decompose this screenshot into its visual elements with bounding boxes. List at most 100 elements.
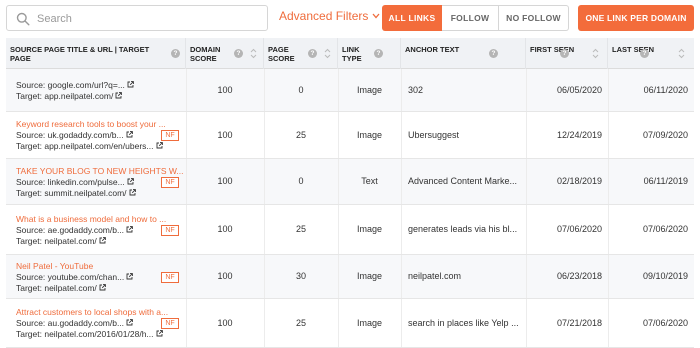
domain-score-cell: 100 (217, 130, 233, 140)
header-anchor-text[interactable]: ANCHOR TEXT ? (401, 38, 526, 69)
source-page-title-link[interactable]: Neil Patel - YouTube (16, 261, 133, 272)
external-link-icon[interactable] (126, 318, 133, 329)
nofollow-badge: NF (161, 177, 179, 188)
domain-score-cell: 100 (217, 224, 233, 234)
external-link-icon[interactable] (126, 272, 134, 283)
external-link-icon[interactable] (127, 177, 134, 188)
external-link-icon[interactable] (156, 329, 163, 340)
target-url-link[interactable]: Target: neilpatel.com/ (16, 236, 97, 247)
nofollow-badge: NF (161, 130, 179, 141)
last-seen-cell: 09/10/2019 (642, 271, 688, 281)
source-url-link[interactable]: Source: uk.godaddy.com/b... (16, 130, 124, 141)
sort-icon[interactable] (592, 48, 599, 59)
table-row[interactable]: Keyword research tools to boost your ...… (6, 112, 694, 159)
all-links-button[interactable]: ALL LINKS (382, 5, 442, 31)
domain-score-cell: 100 (217, 271, 233, 281)
no-follow-button[interactable]: NO FOLLOW (499, 5, 569, 31)
table-row[interactable]: Source: google.com/url?q=... Target: app.… (6, 69, 694, 112)
header-link-type[interactable]: LINK TYPE ? (338, 38, 401, 69)
target-url-link[interactable]: Target: neilpatel.com/2016/01/28/h... (16, 329, 154, 340)
help-icon[interactable]: ? (171, 49, 180, 58)
table-row[interactable]: What is a business model and how to ... S… (6, 205, 694, 255)
help-icon[interactable]: ? (640, 49, 649, 58)
target-url-link[interactable]: Target: neilpatel.com/ (16, 283, 97, 294)
help-icon[interactable]: ? (234, 49, 243, 58)
header-domain-score[interactable]: DOMAIN SCORE ? (186, 38, 264, 69)
page-score-cell: 25 (295, 318, 306, 328)
link-type-cell: Image (356, 130, 382, 140)
header-anchor-text-label: ANCHOR TEXT (405, 45, 460, 54)
source-url-link[interactable]: Source: ae.godaddy.com/b... (16, 225, 124, 236)
source-url-link[interactable]: Source: google.com/url?q=... (16, 80, 125, 91)
column-divider (401, 159, 402, 204)
column-divider (401, 299, 402, 347)
column-divider (401, 205, 402, 254)
help-icon[interactable]: ? (374, 49, 383, 58)
source-url-link[interactable]: Source: au.godaddy.com/b... (16, 318, 124, 329)
header-source[interactable]: SOURCE PAGE TITLE & URL | TARGET PAGE ? (6, 38, 186, 69)
anchor-text-cell: search in places like Yelp ... (408, 318, 519, 328)
source-page-title-link[interactable]: Attract customers to local shops with a.… (16, 307, 168, 318)
anchor-text-cell: neilpatel.com (408, 271, 462, 281)
search-icon (16, 12, 30, 26)
external-link-icon[interactable] (99, 283, 106, 294)
source-page-title-link[interactable]: TAKE YOUR BLOG TO NEW HEIGHTS W... (16, 166, 184, 177)
target-url-link[interactable]: Target: app.neilpatel.com/ (16, 91, 113, 102)
external-link-icon[interactable] (115, 91, 123, 102)
target-url-link[interactable]: Target: summit.neilpatel.com/ (16, 188, 127, 199)
source-page-title-link[interactable]: What is a business model and how to ... (16, 214, 166, 225)
external-link-icon[interactable] (99, 236, 106, 247)
search-box[interactable] (6, 5, 268, 31)
first-seen-cell: 06/23/2018 (556, 271, 602, 281)
source-cell: TAKE YOUR BLOG TO NEW HEIGHTS W... Source… (16, 166, 184, 199)
header-page-score[interactable]: PAGE SCORE ? (264, 38, 338, 69)
table-row[interactable]: Neil Patel - YouTube Source: youtube.com/… (6, 255, 694, 299)
source-cell: What is a business model and how to ... S… (16, 214, 166, 247)
help-icon[interactable]: ? (560, 49, 569, 58)
search-input[interactable] (37, 9, 262, 29)
source-page-title-link[interactable]: Keyword research tools to boost your ... (16, 119, 166, 130)
external-link-icon[interactable] (126, 225, 133, 236)
external-link-icon[interactable] (129, 188, 136, 199)
help-icon[interactable]: ? (489, 49, 498, 58)
page-score-cell: 30 (295, 271, 306, 281)
backlinks-table: SOURCE PAGE TITLE & URL | TARGET PAGE ? … (6, 38, 694, 348)
first-seen-cell: 12/24/2019 (556, 130, 602, 140)
last-seen-cell: 07/06/2020 (642, 318, 688, 328)
anchor-text-cell: generates leads via his bl... (408, 224, 518, 234)
target-url-link[interactable]: Target: app.neilpatel.com/en/ubers... (16, 141, 154, 152)
anchor-text-cell: 302 (408, 85, 424, 95)
advanced-filters-button[interactable]: Advanced Filters (279, 9, 380, 23)
table-body: Source: google.com/url?q=... Target: app.… (6, 69, 694, 348)
header-first-seen[interactable]: FIRST SEEN ? (526, 38, 608, 69)
first-seen-cell: 07/06/2020 (556, 224, 602, 234)
nofollow-badge: NF (161, 318, 179, 329)
link-type-cell: Image (356, 318, 382, 328)
sort-icon[interactable] (250, 48, 257, 59)
nofollow-badge: NF (161, 225, 179, 236)
table-row[interactable]: Attract customers to local shops with a.… (6, 299, 694, 348)
domain-score-cell: 100 (217, 85, 233, 95)
page-score-cell: 25 (295, 130, 306, 140)
header-source-label: SOURCE PAGE TITLE & URL | TARGET PAGE (10, 45, 150, 63)
sort-icon[interactable] (324, 48, 331, 59)
table-row[interactable]: TAKE YOUR BLOG TO NEW HEIGHTS W... Source… (6, 159, 694, 205)
page-score-cell: 25 (295, 224, 306, 234)
help-icon[interactable]: ? (308, 49, 317, 58)
source-url-link[interactable]: Source: youtube.com/chan... (16, 272, 124, 283)
one-link-per-domain-button[interactable]: ONE LINK PER DOMAIN (578, 5, 694, 31)
column-divider (401, 69, 402, 111)
column-divider (401, 112, 402, 158)
external-link-icon[interactable] (156, 141, 163, 152)
anchor-text-cell: Advanced Content Marke... (408, 176, 518, 186)
external-link-icon[interactable] (126, 130, 133, 141)
follow-button[interactable]: FOLLOW (442, 5, 499, 31)
source-url-link[interactable]: Source: linkedin.com/pulse... (16, 177, 125, 188)
header-last-seen[interactable]: LAST SEEN ? (608, 38, 694, 69)
external-link-icon[interactable] (127, 80, 134, 91)
last-seen-cell: 07/09/2020 (642, 130, 688, 140)
sort-icon[interactable] (678, 48, 685, 59)
link-type-cell: Image (356, 224, 382, 234)
link-type-cell: Image (356, 271, 382, 281)
first-seen-cell: 02/18/2019 (556, 176, 602, 186)
